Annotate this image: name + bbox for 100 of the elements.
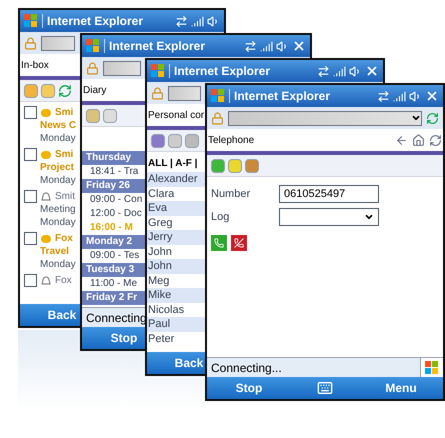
event-row[interactable]: 09:00 - Tes	[90, 249, 140, 263]
softkey[interactable]: Back	[174, 354, 204, 372]
signal-icon[interactable]	[191, 14, 204, 28]
signal-icon[interactable]	[393, 90, 406, 102]
contact-row[interactable]: Alexander	[148, 172, 198, 186]
day-header: Thursday	[86, 151, 132, 165]
day-header: Friday 26	[86, 179, 130, 193]
speaker-icon[interactable]	[409, 90, 422, 102]
subject: Meeting	[40, 203, 76, 216]
filter-bar[interactable]: ALL | A-F |	[148, 156, 198, 172]
bell-icon	[41, 276, 51, 286]
close-icon[interactable]	[292, 39, 306, 53]
contact-row[interactable]: Nicolas	[148, 302, 184, 317]
address-field[interactable]	[168, 86, 201, 100]
date: Monday	[40, 132, 76, 145]
date: Monday	[40, 216, 76, 229]
back-icon[interactable]	[395, 134, 408, 146]
date: Monday	[40, 174, 76, 187]
address-field[interactable]	[228, 110, 422, 126]
window-title: Internet Explorer	[109, 38, 206, 55]
field-label: Log	[211, 210, 230, 225]
event-row[interactable]: 18:41 - Tra	[90, 165, 138, 179]
refresh-icon[interactable]	[58, 84, 72, 98]
lock-icon	[86, 62, 99, 74]
contact-row[interactable]: Greg	[148, 216, 172, 230]
contact-row[interactable]: Clara	[148, 186, 174, 201]
softkey[interactable]: Stop	[236, 379, 262, 397]
address-field[interactable]	[41, 36, 75, 50]
address-field[interactable]	[103, 60, 141, 76]
sender: Smi	[55, 148, 74, 161]
contact-row[interactable]: John	[148, 244, 172, 259]
status-text: Connecting	[85, 310, 148, 326]
connection-icon[interactable]	[175, 14, 188, 28]
checkbox[interactable]	[24, 148, 37, 161]
day-header: Monday 2	[86, 235, 132, 249]
page-title: Personal cor	[148, 108, 204, 122]
signal-icon[interactable]	[333, 64, 346, 78]
checkbox[interactable]	[24, 190, 37, 203]
lock-icon	[151, 86, 164, 100]
sender: Fox	[55, 274, 72, 287]
contact-row[interactable]: Paul	[148, 317, 170, 332]
signal-icon[interactable]	[260, 40, 273, 52]
connection-icon[interactable]	[244, 40, 257, 52]
contact-row[interactable]: John	[148, 259, 172, 274]
checkbox[interactable]	[24, 274, 37, 287]
subject: News C	[40, 119, 76, 132]
speaker-icon[interactable]	[276, 40, 289, 52]
event-row[interactable]: 12:00 - Doc	[90, 207, 142, 221]
log-dropdown[interactable]	[279, 208, 379, 226]
lock-icon	[24, 36, 37, 50]
checkbox[interactable]	[24, 232, 37, 245]
checkbox[interactable]	[24, 106, 37, 119]
keyboard-icon[interactable]	[317, 380, 333, 396]
windows-logo-icon[interactable]	[151, 64, 165, 78]
contact-row[interactable]: Peter	[148, 332, 174, 346]
home-icon[interactable]	[412, 134, 425, 146]
close-icon[interactable]	[425, 89, 439, 103]
field-label: Number	[211, 186, 252, 202]
page-title: Telephone	[208, 134, 254, 148]
contact-row[interactable]: Jerry	[148, 230, 172, 244]
refresh-icon[interactable]	[429, 134, 442, 146]
event-row[interactable]: 11:00 - Me	[90, 277, 138, 291]
go-icon[interactable]	[426, 112, 439, 124]
windows-logo-icon[interactable]	[425, 360, 439, 374]
day-header: Friday 2 Fr	[86, 291, 138, 305]
windows-logo-icon[interactable]	[86, 39, 100, 53]
windows-logo-icon[interactable]	[211, 89, 225, 103]
close-icon[interactable]	[365, 64, 379, 78]
sender: Smit	[55, 190, 75, 203]
subject: Travel	[40, 245, 69, 258]
connection-icon[interactable]	[317, 64, 330, 78]
number-field[interactable]: 0610525497	[279, 185, 379, 203]
speaker-icon[interactable]	[207, 14, 220, 28]
dropdown-icon[interactable]	[411, 113, 421, 123]
connection-icon[interactable]	[377, 90, 390, 102]
window-title: Internet Explorer	[234, 88, 330, 105]
sender: Smi	[55, 106, 74, 119]
day-header: Tuesday 3	[86, 263, 134, 277]
softkey[interactable]: Stop	[110, 329, 138, 347]
status-text: Connecting...	[210, 360, 283, 376]
contact-row[interactable]: Mike	[148, 288, 172, 302]
event-row[interactable]: 09:00 - Con	[90, 193, 142, 207]
dropdown-icon[interactable]	[364, 212, 374, 222]
windows-logo-icon[interactable]	[24, 14, 38, 28]
bell-icon	[41, 192, 51, 202]
page-title: Diary	[83, 84, 106, 98]
call-icon[interactable]	[211, 235, 227, 251]
contact-row[interactable]: Meg	[148, 274, 170, 288]
date: Monday	[40, 258, 76, 271]
hang-up-icon[interactable]	[231, 235, 247, 251]
speaker-icon[interactable]	[349, 64, 362, 78]
window-title: Internet Explorer	[174, 63, 270, 80]
subject: Project	[40, 161, 74, 174]
softkey[interactable]: Menu	[385, 379, 417, 397]
contact-row[interactable]: Eva	[148, 201, 167, 216]
lock-icon	[211, 112, 224, 124]
window-title: Internet Explorer	[47, 13, 144, 30]
softkey[interactable]: Back	[48, 306, 76, 324]
sender: Fox	[55, 232, 73, 245]
page-title: In-box	[21, 58, 49, 72]
